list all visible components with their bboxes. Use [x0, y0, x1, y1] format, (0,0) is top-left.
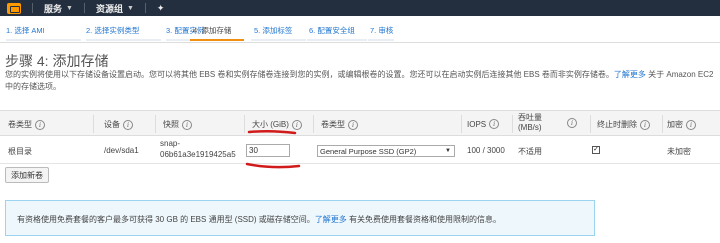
step-underline [86, 39, 161, 41]
step-add-storage: 4. 添加存储 [193, 26, 232, 35]
info-icon[interactable]: i [489, 119, 500, 129]
services-label: 服务 [44, 3, 63, 14]
info-icon[interactable]: i [182, 119, 192, 130]
volume-type-select[interactable]: General Purpose SSD (GP2) ▼ [317, 145, 455, 157]
active-step-underline [190, 39, 244, 41]
size-header-underline-mark [247, 129, 297, 135]
cell-encrypted: 未加密 [667, 147, 691, 156]
cell-volume-type: 根目录 [8, 147, 32, 156]
step-instance-type[interactable]: 2. 选择实例类型 [86, 25, 139, 36]
header-volume-type-2: 卷类型 i [321, 119, 358, 130]
resource-groups-menu[interactable]: 资源组 ▼ [96, 2, 134, 15]
size-input-underline-mark [245, 162, 301, 169]
cell-throughput: 不适用 [518, 147, 542, 156]
column-divider [662, 115, 663, 133]
step-underline [251, 39, 306, 41]
notice-text: 有资格使用免费套餐的客户最多可获得 30 GB 的 EBS 通用型 (SSD) … [17, 215, 315, 224]
table-row: 根目录 /dev/sda1 snap- 06b61a3e1919425a5 Ge… [0, 136, 720, 164]
column-divider [155, 115, 156, 133]
header-volume-type: 卷类型 i [8, 119, 45, 130]
column-divider [93, 115, 94, 133]
cell-snapshot-line-1: snap- [160, 139, 181, 148]
nav-divider [32, 3, 33, 13]
add-new-volume-button[interactable]: 添加新卷 [5, 167, 49, 183]
page-title: 步骤 4: 添加存储 [5, 53, 109, 69]
page-description: 您的实例将使用以下存储设备设置启动。您可以将其他 EBS 卷和实例存储卷连接到您… [5, 69, 715, 93]
step-add-tags[interactable]: 5. 添加标签 [254, 25, 292, 36]
header-delete-on-termination: 终止时删除 i [597, 119, 650, 130]
top-nav-bar: 服务 ▼ 资源组 ▼ ✦ [0, 0, 720, 16]
info-icon[interactable]: i [123, 119, 133, 130]
header-device: 设备 i [104, 119, 133, 130]
info-icon[interactable]: i [686, 119, 696, 130]
delete-on-termination-checkbox[interactable]: ✓ [592, 146, 600, 154]
column-divider [512, 115, 513, 133]
info-icon[interactable]: i [567, 118, 577, 128]
volume-type-selected: General Purpose SSD (GP2) [320, 146, 417, 156]
column-divider [313, 115, 314, 133]
header-iops: IOPS i [467, 119, 500, 129]
nav-divider [83, 3, 85, 13]
cell-snapshot-line-2: 06b61a3e1919425a5 [160, 150, 236, 159]
learn-more-link[interactable]: 了解更多 [614, 70, 646, 79]
cell-device: /dev/sda1 [104, 146, 139, 155]
storage-table-header: 卷类型 i 设备 i 快照 i 大小 (GiB) i 卷类型 i IOPS i 吞吐量 (M… [0, 110, 720, 136]
info-icon[interactable]: i [35, 119, 45, 130]
step-security-group[interactable]: 6. 配置安全组 [309, 25, 355, 36]
step-underline [368, 39, 394, 41]
step-choose-ami[interactable]: 1. 选择 AMI [6, 25, 45, 36]
nav-divider [144, 3, 146, 13]
chevron-down-icon: ▼ [66, 4, 73, 12]
header-throughput: 吞吐量 (MB/s) i [518, 113, 577, 133]
header-encrypted: 加密 i [667, 119, 696, 130]
column-divider [461, 115, 462, 133]
header-snapshot: 快照 i [163, 119, 192, 130]
wizard-steps: 1. 选择 AMI 2. 选择实例类型 3. 配置实例 4. 添加存储 5. 添… [0, 17, 720, 43]
cell-iops: 100 / 3000 [467, 146, 505, 155]
step-review[interactable]: 7. 审核 [370, 25, 393, 36]
notice-suffix: 有关免费使用套餐资格和使用限制的信息。 [349, 215, 502, 224]
chevron-down-icon: ▼ [126, 4, 134, 12]
description-text: 您的实例将使用以下存储设备设置启动。您可以将其他 EBS 卷和实例存储卷连接到您… [5, 70, 614, 79]
aws-cube-icon[interactable] [7, 2, 21, 14]
step-underline [307, 39, 367, 41]
column-divider [244, 115, 245, 133]
chevron-down-icon: ▼ [445, 148, 451, 154]
info-icon[interactable]: i [640, 119, 650, 130]
services-menu[interactable]: 服务 ▼ [44, 2, 73, 15]
free-tier-notice: 有资格使用免费套餐的客户最多可获得 30 GB 的 EBS 通用型 (SSD) … [5, 200, 595, 236]
pin-icon[interactable]: ✦ [157, 3, 165, 14]
size-input[interactable] [246, 144, 290, 157]
info-icon[interactable]: i [348, 119, 358, 130]
step-underline [6, 39, 81, 41]
notice-learn-more-link[interactable]: 了解更多 [315, 215, 347, 224]
resource-groups-label: 资源组 [95, 3, 123, 14]
column-divider [590, 115, 591, 133]
